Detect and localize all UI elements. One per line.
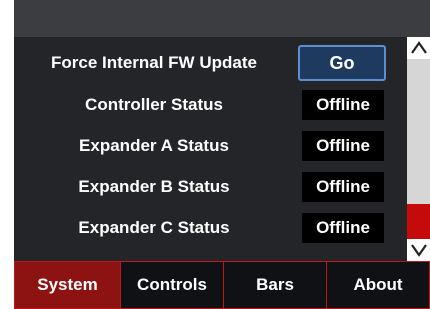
top-bar [14,0,430,37]
expander-b-status-row: Expander B Status Offline [14,169,407,205]
scroll-thumb[interactable] [407,204,430,239]
expander-c-status-value: Offline [302,213,384,243]
scroll-down-button[interactable] [407,239,430,261]
expander-a-status-value: Offline [302,131,384,161]
tab-about[interactable]: About [326,261,430,309]
chevron-up-icon [410,41,427,54]
scroll-track[interactable] [407,59,430,239]
expander-c-status-label: Expander C Status [78,218,230,237]
tab-bar: System Controls Bars About [14,261,430,309]
device-screen: Force Internal FW Update Go Controller S… [14,0,430,309]
controller-status-label: Controller Status [85,95,223,114]
expander-b-status-label: Expander B Status [78,177,230,196]
scroll-up-button[interactable] [407,37,430,59]
fw-update-label: Force Internal FW Update [51,53,257,72]
vertical-scrollbar[interactable] [407,37,430,261]
tab-controls[interactable]: Controls [120,261,224,309]
fw-update-go-button[interactable]: Go [298,45,386,81]
tab-system[interactable]: System [14,261,121,309]
expander-a-status-label: Expander A Status [79,136,229,155]
tab-bars[interactable]: Bars [223,261,327,309]
expander-c-status-row: Expander C Status Offline [14,210,407,246]
fw-update-row: Force Internal FW Update Go [14,45,407,81]
controller-status-row: Controller Status Offline [14,87,407,123]
settings-panel: Force Internal FW Update Go Controller S… [14,37,407,261]
expander-a-status-row: Expander A Status Offline [14,128,407,164]
controller-status-value: Offline [302,90,384,120]
chevron-down-icon [410,244,427,257]
expander-b-status-value: Offline [302,172,384,202]
